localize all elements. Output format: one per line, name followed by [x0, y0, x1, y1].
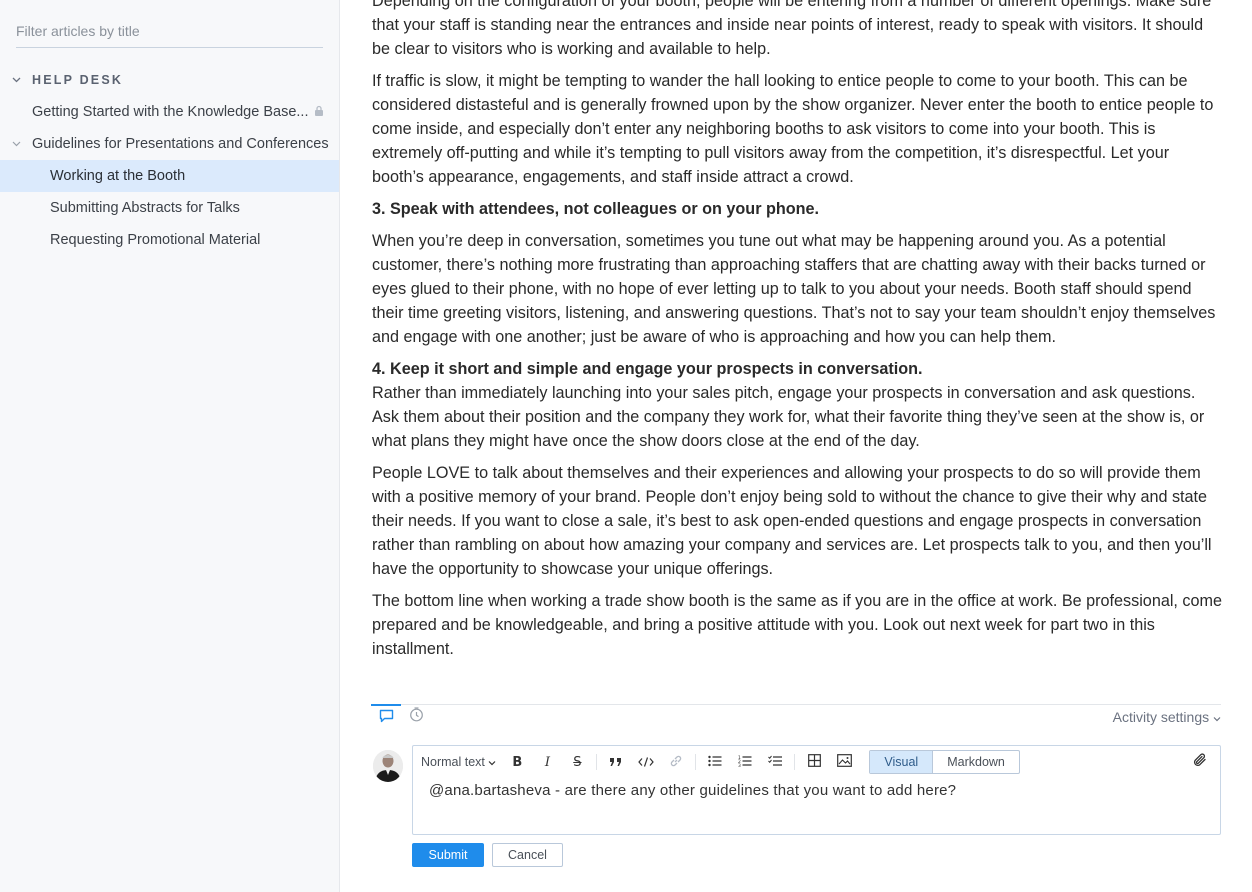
- chevron-down-icon: [1213, 709, 1221, 725]
- activity-settings-label: Activity settings: [1112, 709, 1210, 725]
- article-paragraph: The bottom line when working a trade sho…: [372, 592, 1222, 658]
- lock-icon: [314, 105, 324, 119]
- code-button[interactable]: [631, 750, 661, 774]
- italic-button[interactable]: I: [532, 750, 562, 774]
- toolbar-divider: [794, 754, 796, 770]
- filter-articles-input[interactable]: Filter articles by title: [16, 18, 323, 48]
- chevron-down-icon[interactable]: [0, 75, 32, 86]
- bullet-list-icon: [708, 755, 722, 770]
- submit-button[interactable]: Submit: [412, 843, 484, 867]
- article-body: Depending on the configuration of your b…: [372, 0, 1224, 669]
- sidebar-item-label: Requesting Promotional Material: [50, 232, 261, 248]
- article-paragraph: People LOVE to talk about themselves and…: [372, 464, 1212, 578]
- numbered-list-icon: 123: [738, 755, 752, 770]
- sidebar-item-label: Submitting Abstracts for Talks: [50, 200, 240, 216]
- chevron-down-icon: [488, 755, 496, 769]
- table-icon: [807, 754, 821, 770]
- activity-tabs: Activity settings: [371, 704, 1221, 730]
- article-paragraph: Depending on the configuration of your b…: [372, 0, 1212, 58]
- avatar: [373, 750, 403, 782]
- editor-mode-toggle: Visual Markdown: [869, 750, 1020, 774]
- sidebar-item-label: Guidelines for Presentations and Confere…: [32, 136, 329, 152]
- history-clock-icon: [409, 707, 424, 727]
- help-desk-section[interactable]: HELP DESK: [0, 68, 340, 92]
- sidebar-item-guidelines[interactable]: Guidelines for Presentations and Confere…: [0, 128, 339, 160]
- article-heading: 4. Keep it short and simple and engage y…: [372, 360, 923, 378]
- section-label: HELP DESK: [32, 73, 124, 87]
- svg-text:3: 3: [738, 763, 741, 767]
- sidebar-item-submitting-abstracts[interactable]: Submitting Abstracts for Talks: [0, 192, 339, 224]
- sidebar-item-working-at-booth[interactable]: Working at the Booth: [0, 160, 339, 192]
- link-icon: [669, 754, 683, 771]
- checklist-button[interactable]: [760, 750, 790, 774]
- sidebar-item-label: Getting Started with the Knowledge Base.…: [32, 104, 309, 120]
- text-style-select[interactable]: Normal text: [421, 755, 496, 769]
- code-icon: [638, 755, 655, 770]
- italic-icon: I: [544, 754, 550, 770]
- strikethrough-button[interactable]: S: [562, 750, 592, 774]
- bold-icon: B: [512, 754, 523, 770]
- tab-comments[interactable]: [371, 704, 401, 730]
- comment-editor: Normal text B I S 1 2 3 Visual Markdown …: [412, 745, 1221, 835]
- sidebar-item-getting-started[interactable]: Getting Started with the Knowledge Base.…: [0, 96, 339, 128]
- numbered-list-button[interactable]: 123: [730, 750, 760, 774]
- article-heading: 3. Speak with attendees, not colleagues …: [372, 200, 820, 218]
- image-button[interactable]: [829, 750, 859, 774]
- chevron-down-icon[interactable]: [12, 139, 21, 150]
- toolbar-divider: [695, 754, 697, 770]
- checklist-icon: [768, 755, 783, 770]
- cancel-button[interactable]: Cancel: [492, 843, 563, 867]
- bullet-list-button[interactable]: [700, 750, 730, 774]
- article-paragraph: Rather than immediately launching into y…: [372, 384, 1205, 450]
- comment-input[interactable]: @ana.bartasheva - are there any other gu…: [429, 782, 956, 799]
- text-style-label: Normal text: [421, 755, 485, 769]
- toolbar-divider: [596, 754, 598, 770]
- comment-icon: [379, 709, 394, 728]
- attach-file-button[interactable]: [1192, 752, 1208, 773]
- quote-icon: [609, 755, 623, 770]
- strikethrough-icon: S: [573, 754, 582, 770]
- bold-button[interactable]: B: [502, 750, 532, 774]
- activity-settings-dropdown[interactable]: Activity settings: [1113, 709, 1221, 725]
- quote-button[interactable]: [601, 750, 631, 774]
- article-paragraph: When you’re deep in conversation, someti…: [372, 232, 1216, 346]
- sidebar: Filter articles by title HELP DESK Getti…: [0, 0, 340, 892]
- sidebar-item-requesting-promo[interactable]: Requesting Promotional Material: [0, 224, 339, 256]
- editor-toolbar: Normal text B I S 1 2 3 Visual Markdown: [413, 746, 1220, 778]
- article-paragraph: If traffic is slow, it might be tempting…: [372, 72, 1214, 186]
- markdown-mode-button[interactable]: Markdown: [933, 751, 1019, 773]
- sidebar-item-label: Working at the Booth: [50, 168, 186, 184]
- table-button[interactable]: [799, 750, 829, 774]
- tab-history[interactable]: [401, 704, 431, 730]
- image-icon: [836, 754, 852, 770]
- link-button[interactable]: [661, 750, 691, 774]
- paperclip-icon: [1192, 753, 1208, 772]
- visual-mode-button[interactable]: Visual: [870, 751, 934, 773]
